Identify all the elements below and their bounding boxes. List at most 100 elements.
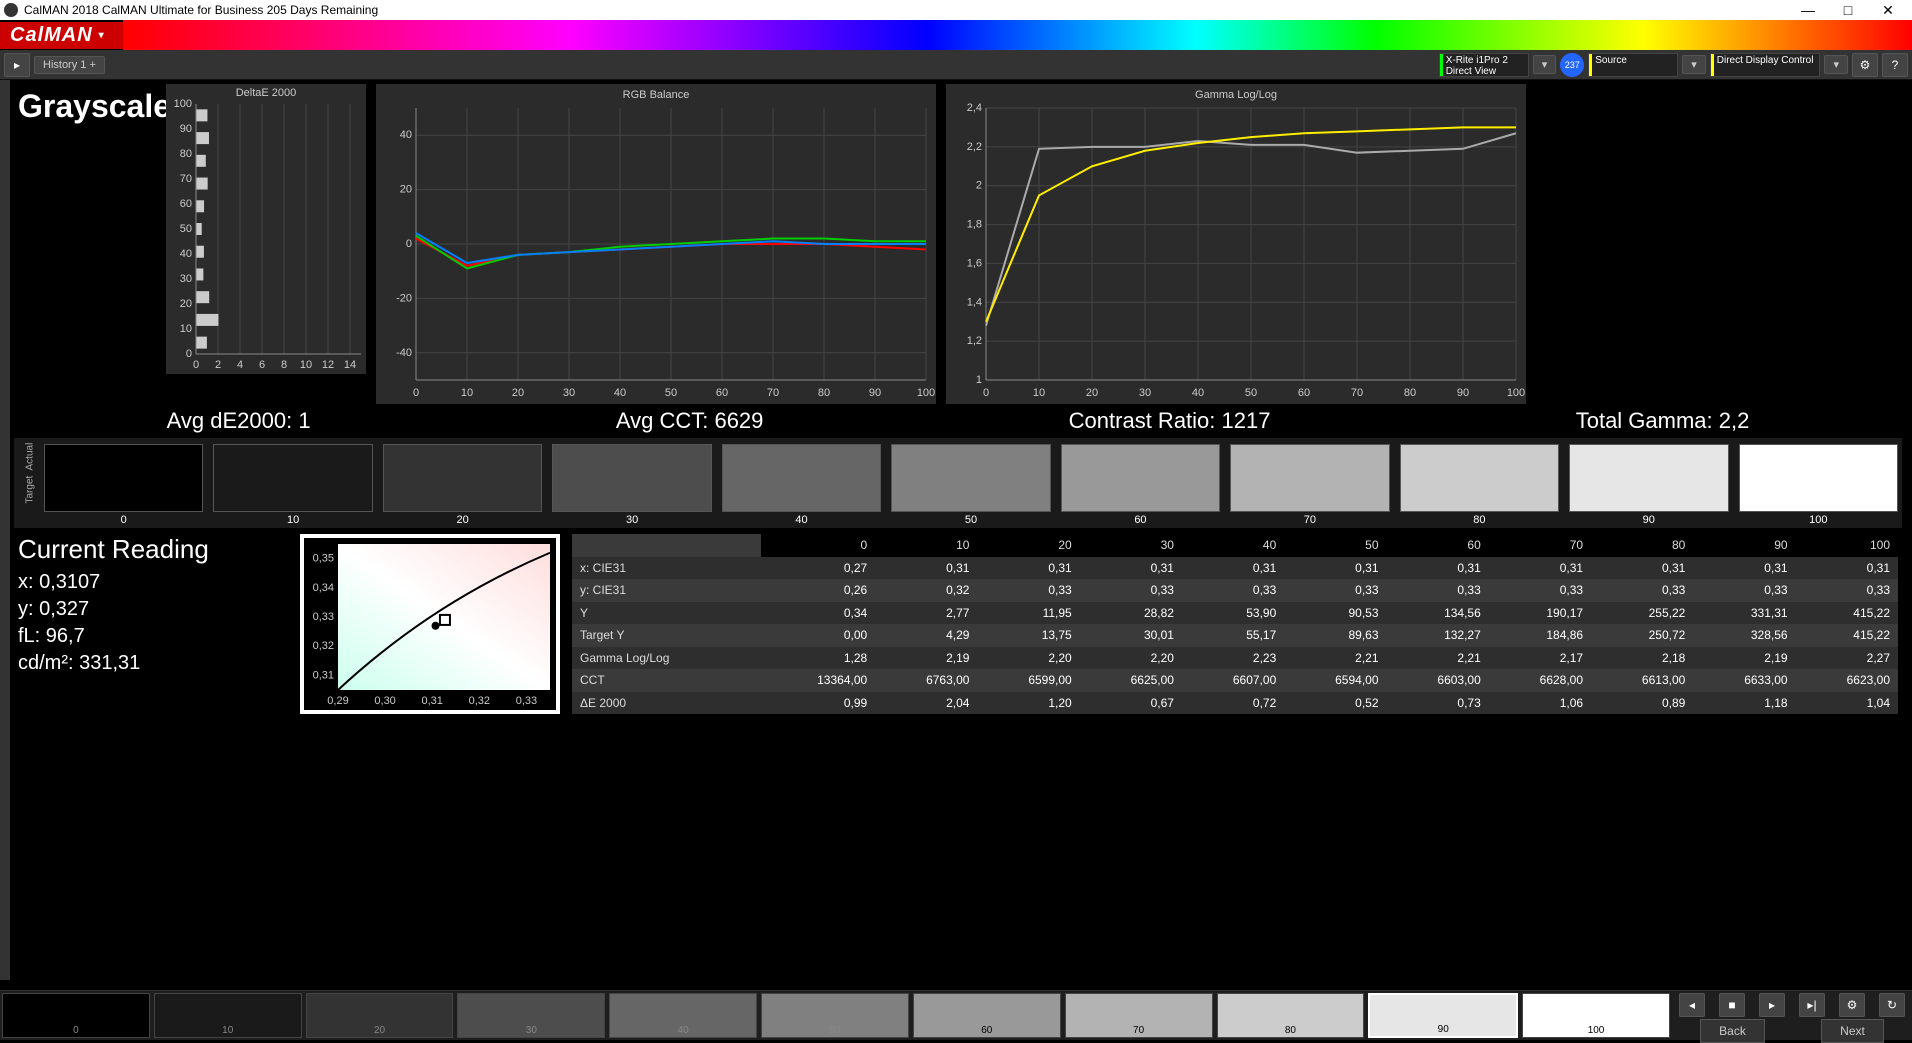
svg-text:40: 40 — [614, 387, 626, 399]
swatch-label: 60 — [1134, 512, 1146, 526]
help-button[interactable]: ? — [1882, 53, 1908, 77]
rgb-balance-chart: RGB Balance-40-2002040010203040506070809… — [376, 84, 936, 404]
circle-indicator[interactable]: 237 — [1560, 53, 1584, 77]
swatch-box — [1569, 444, 1728, 512]
reading-fl: fL: 96,7 — [18, 623, 288, 650]
brand-menu[interactable]: CalMAN — [0, 22, 123, 49]
bottom-swatch[interactable]: 0 — [2, 993, 150, 1038]
swatch-label: 20 — [457, 512, 469, 526]
reading-cdm2: cd/m²: 331,31 — [18, 650, 288, 677]
bottom-swatch[interactable]: 30 — [457, 993, 605, 1038]
swatch-box — [1739, 444, 1898, 512]
bottom-swatch[interactable]: 80 — [1217, 993, 1365, 1038]
svg-text:2: 2 — [215, 359, 221, 371]
swatch: 70 — [1230, 444, 1389, 526]
bottom-swatch[interactable]: 70 — [1065, 993, 1213, 1038]
meter-dropdown[interactable]: X-Rite i1Pro 2 Direct View — [1439, 53, 1529, 77]
bottom-swatch[interactable]: 60 — [913, 993, 1061, 1038]
prev-step-button[interactable]: ◂ — [1679, 993, 1705, 1017]
svg-text:10: 10 — [461, 387, 473, 399]
svg-text:40: 40 — [180, 248, 192, 260]
swatch: 40 — [722, 444, 881, 526]
target-label: Target — [25, 484, 36, 504]
page-title: Grayscale — [14, 84, 154, 129]
play-button[interactable]: ▸ — [1759, 993, 1785, 1017]
svg-text:6: 6 — [259, 359, 265, 371]
svg-text:30: 30 — [1139, 387, 1151, 399]
svg-text:2: 2 — [976, 180, 982, 192]
bottom-swatch[interactable]: 100 — [1522, 993, 1670, 1038]
svg-text:1,6: 1,6 — [967, 257, 982, 269]
svg-text:8: 8 — [281, 359, 287, 371]
svg-text:100: 100 — [917, 387, 935, 399]
bottom-swatch[interactable]: 20 — [306, 993, 454, 1038]
svg-text:0,29: 0,29 — [327, 695, 348, 707]
ddc-caret[interactable]: ▾ — [1824, 55, 1848, 74]
svg-text:20: 20 — [180, 298, 192, 310]
swatch-box — [1400, 444, 1559, 512]
svg-text:0,31: 0,31 — [313, 669, 334, 681]
bottom-swatch[interactable]: 50 — [761, 993, 909, 1038]
swatch-box — [891, 444, 1050, 512]
settings-button[interactable]: ⚙ — [1852, 53, 1878, 77]
svg-text:100: 100 — [1507, 387, 1525, 399]
reading-title: Current Reading — [18, 534, 288, 569]
swatch-label: 70 — [1304, 512, 1316, 526]
minimize-button[interactable]: — — [1788, 2, 1828, 18]
repeat-button[interactable]: ↻ — [1879, 993, 1905, 1017]
bottom-swatch[interactable]: 40 — [609, 993, 757, 1038]
svg-text:0,34: 0,34 — [313, 582, 334, 594]
source-dropdown[interactable]: Source — [1588, 53, 1678, 77]
maximize-button[interactable]: □ — [1828, 2, 1868, 18]
bottom-bar: 0102030405060708090100 ◂ ■ ▸ ▸| ⚙ ↻ Back… — [0, 990, 1912, 1040]
svg-text:14: 14 — [344, 359, 356, 371]
stop-button[interactable]: ■ — [1719, 993, 1745, 1017]
svg-text:1,2: 1,2 — [967, 335, 982, 347]
next-button[interactable]: Next — [1821, 1019, 1884, 1043]
swatch-label: 30 — [626, 512, 638, 526]
svg-text:90: 90 — [180, 123, 192, 135]
back-button[interactable]: Back — [1700, 1019, 1765, 1043]
gamma-stat: Total Gamma: 2,2 — [1576, 408, 1750, 434]
next-step-button[interactable]: ▸| — [1799, 993, 1825, 1017]
reading-x: x: 0,3107 — [18, 569, 288, 596]
contrast-stat: Contrast Ratio: 1217 — [1069, 408, 1271, 434]
avg-cct-stat: Avg CCT: 6629 — [616, 408, 764, 434]
svg-text:80: 80 — [818, 387, 830, 399]
bottom-swatch[interactable]: 90 — [1368, 993, 1518, 1038]
svg-text:12: 12 — [322, 359, 334, 371]
stats-row: Avg dE2000: 1 Avg CCT: 6629 Contrast Rat… — [14, 404, 1902, 438]
ddc-dropdown[interactable]: Direct Display Control — [1710, 53, 1821, 77]
svg-text:30: 30 — [180, 273, 192, 285]
svg-text:0,35: 0,35 — [313, 553, 334, 565]
svg-text:1,8: 1,8 — [967, 219, 982, 231]
meter-caret[interactable]: ▾ — [1533, 55, 1557, 74]
spectrum-bar — [123, 20, 1912, 50]
swatch: 20 — [383, 444, 542, 526]
close-button[interactable]: ✕ — [1868, 2, 1908, 19]
svg-text:RGB Balance: RGB Balance — [623, 89, 690, 101]
deltae-chart: DeltaE 200001020304050607080901000246810… — [166, 84, 366, 374]
swatch: 80 — [1400, 444, 1559, 526]
svg-text:0: 0 — [983, 387, 989, 399]
bottom-swatch[interactable]: 10 — [154, 993, 302, 1038]
svg-text:0: 0 — [413, 387, 419, 399]
help-icon: ? — [1892, 58, 1899, 72]
avg-de-stat: Avg dE2000: 1 — [167, 408, 311, 434]
svg-text:2,4: 2,4 — [967, 102, 982, 114]
panel-toggle-button[interactable]: ▸ — [4, 53, 30, 77]
svg-text:20: 20 — [1086, 387, 1098, 399]
svg-text:Gamma Log/Log: Gamma Log/Log — [1195, 89, 1277, 101]
swatch: 50 — [891, 444, 1050, 526]
swatch-box — [213, 444, 372, 512]
cie-chart: 0,310,320,330,340,350,290,300,310,320,33 — [300, 534, 560, 714]
add-icon: + — [89, 59, 95, 71]
swatch: 60 — [1061, 444, 1220, 526]
swatch-label: 50 — [965, 512, 977, 526]
settings-small-button[interactable]: ⚙ — [1839, 993, 1865, 1017]
history-tab[interactable]: History 1 + — [34, 56, 105, 74]
svg-text:2,2: 2,2 — [967, 141, 982, 153]
swatch: 100 — [1739, 444, 1898, 526]
svg-text:90: 90 — [869, 387, 881, 399]
source-caret[interactable]: ▾ — [1682, 55, 1706, 74]
